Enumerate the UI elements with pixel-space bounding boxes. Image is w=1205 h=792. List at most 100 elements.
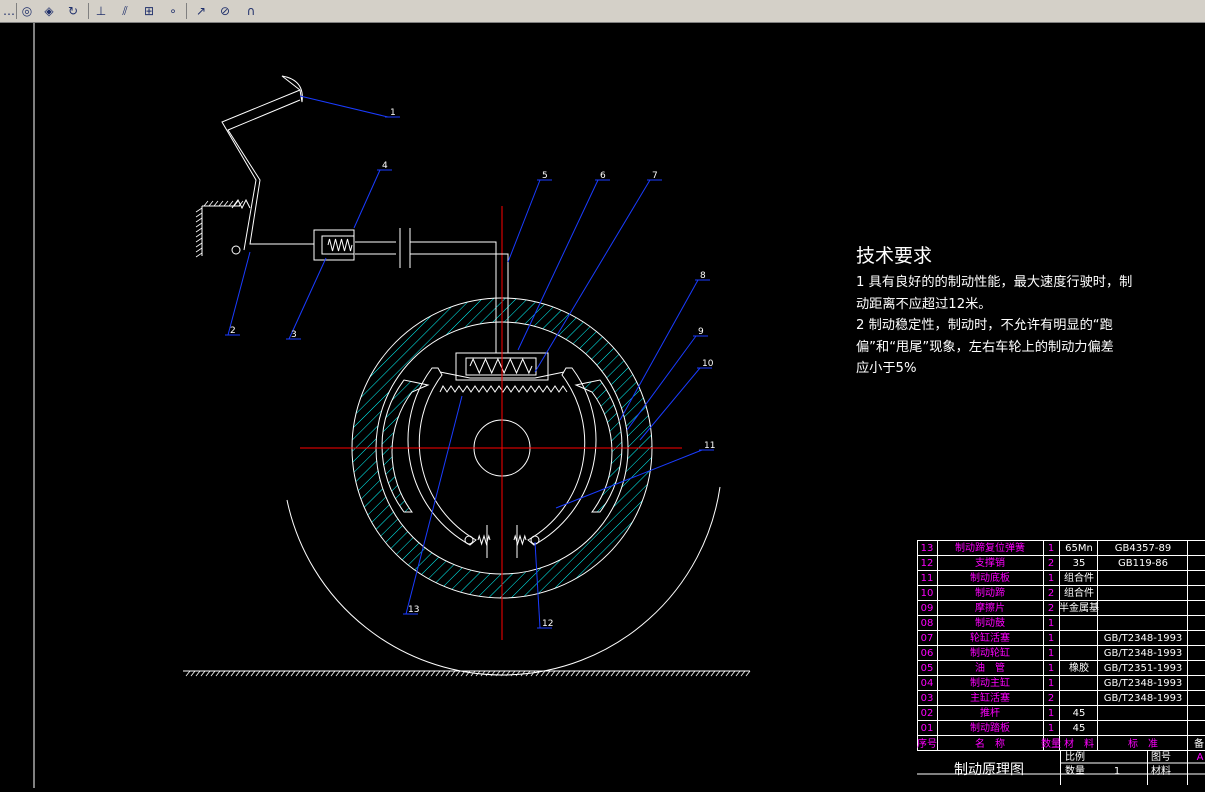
table-cell: GB/T2348-1993 xyxy=(1104,678,1183,689)
callout-leader xyxy=(353,169,381,229)
table-cell: 07 xyxy=(921,633,934,644)
table-cell: 数量 xyxy=(1065,764,1085,777)
tech-line: 偏”和“甩尾”现象，左右车轮上的制动力偏差 xyxy=(856,339,1114,355)
tech-line: 动距离不应超过12米。 xyxy=(856,296,992,312)
tech-title: 技术要求 xyxy=(856,245,933,267)
table-cell: 数量 xyxy=(1041,737,1061,750)
table-cell: 序号 xyxy=(917,737,937,750)
table-cell: 01 xyxy=(921,723,934,734)
table-cell: 标 准 xyxy=(1128,738,1158,750)
table-cell: GB119-86 xyxy=(1118,558,1168,569)
table-cell: 12 xyxy=(921,558,934,569)
table-cell: 65Mn xyxy=(1065,543,1093,554)
snap-tangent-icon[interactable]: ↻ xyxy=(64,2,82,20)
hydraulic-line xyxy=(355,228,509,298)
callout-number: 2 xyxy=(230,326,236,336)
ground-hatch xyxy=(185,670,751,677)
parts-list-table: 13 制动蹄复位弹簧 1 65Mn GB4357-8912 支撑销 2 35 GB119-861… xyxy=(917,540,1205,785)
table-cell: 1 xyxy=(1048,543,1054,554)
table-cell: A xyxy=(1197,752,1204,763)
table-cell: 制动踏板 xyxy=(970,721,1010,734)
table-cell: 制动底板 xyxy=(970,571,1010,584)
table-cell: 比例 xyxy=(1065,750,1085,763)
callout-number: 13 xyxy=(408,605,419,615)
snap-parallel-icon[interactable]: ⫽ xyxy=(116,2,134,20)
callout-number: 11 xyxy=(704,441,715,451)
callout-number: 7 xyxy=(652,171,658,181)
table-cell: 45 xyxy=(1073,708,1086,719)
table-cell: 35 xyxy=(1073,558,1086,569)
table-cell: 03 xyxy=(921,693,934,704)
callout-number: 3 xyxy=(291,330,297,340)
callout-number: 1 xyxy=(390,108,396,118)
table-cell: 制动原理图 xyxy=(954,762,1024,778)
table-cell: 制动蹄复位弹簧 xyxy=(955,541,1025,554)
snap-insert-icon[interactable]: ⊞ xyxy=(140,2,158,20)
table-cell: 橡胶 xyxy=(1069,661,1089,674)
snap-node-icon[interactable]: ∘ xyxy=(164,2,182,20)
technical-requirements: 技术要求 1 具有良好的的制动性能，最大速度行驶时，制 动距离不应超过12米。 … xyxy=(856,241,1186,380)
table-cell: 1 xyxy=(1048,618,1054,629)
table-cell: 摩擦片 xyxy=(975,601,1005,614)
pedal-anchor-hatch xyxy=(195,200,244,258)
callout-leader xyxy=(227,251,251,336)
table-cell: GB4357-89 xyxy=(1115,543,1171,554)
table-cell: 组合件 xyxy=(1064,571,1094,584)
table-cell: GB/T2348-1993 xyxy=(1104,633,1183,644)
callout-leader xyxy=(507,179,541,263)
table-cell: 1 xyxy=(1048,648,1054,659)
table-cell: 09 xyxy=(921,603,934,614)
table-cell: 支撑销 xyxy=(975,556,1005,569)
table-cell: 1 xyxy=(1114,766,1120,777)
table-cell: GB/T2351-1993 xyxy=(1104,663,1183,674)
table-cell: 10 xyxy=(921,588,934,599)
table-cell: 11 xyxy=(921,573,934,584)
snap-none-icon[interactable]: ⊘ xyxy=(216,2,234,20)
drawing-canvas[interactable]: 1 2 3 4 5 6 7 8 9 10 11 12 13 技术要求 1 具有良好的的制动性能，最大速度… xyxy=(0,23,1205,788)
table-cell: 材 料 xyxy=(1064,737,1094,750)
table-cell: 45 xyxy=(1073,723,1086,734)
table-cell: 2 xyxy=(1048,558,1054,569)
table-cell: 主缸活塞 xyxy=(970,691,1010,704)
tech-line: 应小于5% xyxy=(856,361,917,376)
snap-nearest-icon[interactable]: ↗ xyxy=(192,2,210,20)
osnap-toolbar: … ◎ ◈ ↻ ⊥ ⫽ ⊞ ∘ ↗ ⊘ ∩ xyxy=(0,0,1205,23)
snap-quadrant-icon[interactable]: ◈ xyxy=(40,2,58,20)
snap-center-icon[interactable]: ◎ xyxy=(18,2,36,20)
osnap-settings-icon[interactable]: ∩ xyxy=(242,2,260,20)
table-cell: 1 xyxy=(1048,678,1054,689)
table-cell: 1 xyxy=(1048,708,1054,719)
dash-icon[interactable]: … xyxy=(0,2,18,20)
callout-leader xyxy=(299,95,389,118)
table-cell: 油 管 xyxy=(975,661,1005,674)
table-cell: 制动蹄 xyxy=(975,586,1005,599)
callout-number: 12 xyxy=(542,619,553,629)
table-cell: 1 xyxy=(1048,573,1054,584)
table-cell: 08 xyxy=(921,618,934,629)
table-cell: 1 xyxy=(1048,633,1054,644)
master-cylinder xyxy=(313,229,355,261)
callout-number: 4 xyxy=(382,161,388,171)
table-cell: 推杆 xyxy=(980,706,1000,719)
table-cell: 材料 xyxy=(1151,764,1171,777)
table-cell: 半金属基 xyxy=(1059,601,1099,614)
table-cell: 1 xyxy=(1048,663,1054,674)
table-cell: 制动主缸 xyxy=(970,676,1010,689)
table-cell: 名 称 xyxy=(975,737,1005,750)
table-cell: 轮缸活塞 xyxy=(970,631,1010,644)
toolbar-separator xyxy=(186,3,187,19)
table-cell: 1 xyxy=(1048,723,1054,734)
callout-leaders: 12 345 6 78910111213 xyxy=(225,95,715,629)
table-cell: 组合件 xyxy=(1064,586,1094,599)
table-cell: 制动轮缸 xyxy=(970,646,1010,659)
tech-line: 2 制动稳定性，制动时，不允许有明显的“跑 xyxy=(856,318,1113,333)
table-cell: 2 xyxy=(1048,603,1054,614)
table-cell: 备 xyxy=(1194,737,1204,750)
return-spring xyxy=(439,385,568,393)
callout-number: 6 xyxy=(600,171,606,181)
table-cell: GB/T2348-1993 xyxy=(1104,648,1183,659)
callout-number: 10 xyxy=(702,359,714,369)
callout-leader xyxy=(639,367,701,441)
snap-perpendicular-icon[interactable]: ⊥ xyxy=(92,2,110,20)
table-cell: GB/T2348-1993 xyxy=(1104,693,1183,704)
